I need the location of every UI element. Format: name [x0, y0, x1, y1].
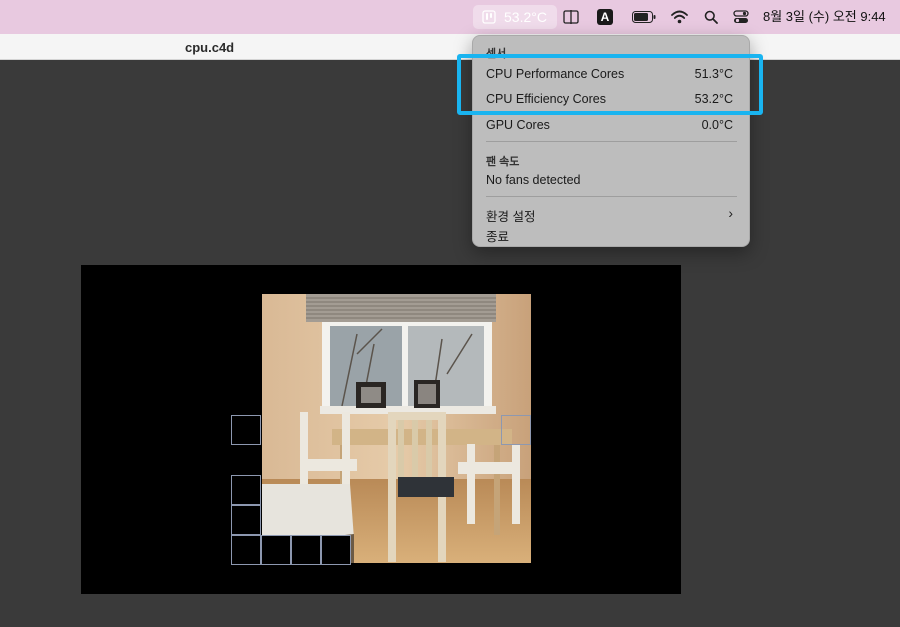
temperature-readout: 53.2°C	[504, 9, 547, 25]
render-tile	[321, 535, 351, 565]
sensor-row-gpu[interactable]: GPU Cores 0.0°C	[486, 118, 733, 132]
temperature-menu-extra[interactable]: 53.2°C	[473, 5, 557, 29]
menu-separator	[486, 141, 737, 142]
render-tile	[231, 475, 261, 505]
window-title: cpu.c4d	[185, 40, 235, 55]
render-tile	[261, 535, 291, 565]
input-source-icon[interactable]: A	[597, 9, 613, 25]
window-title-bar: cpu.c4d	[0, 34, 900, 60]
menubar-clock[interactable]: 8월 3일 (수) 오전 9:44	[763, 0, 886, 34]
render-tile	[231, 535, 261, 565]
fans-status: No fans detected	[486, 173, 581, 187]
highlight-box	[457, 54, 763, 115]
sensor-value: 0.0°C	[701, 118, 733, 132]
room-scene-image	[262, 294, 531, 563]
quit-menu-item[interactable]: 종료	[486, 226, 733, 245]
battery-icon[interactable]	[632, 11, 656, 23]
control-center-icon[interactable]	[733, 9, 749, 25]
render-tile	[231, 415, 261, 445]
render-tile	[231, 505, 261, 535]
menu-separator	[486, 196, 737, 197]
render-viewport[interactable]	[81, 265, 681, 594]
preferences-label: 환경 설정	[486, 210, 536, 224]
sensor-label: GPU Cores	[486, 118, 550, 132]
render-tile	[501, 415, 531, 445]
rendered-image	[262, 294, 531, 563]
search-icon[interactable]	[704, 10, 718, 24]
chevron-right-icon: ›	[728, 205, 733, 221]
wifi-icon[interactable]	[671, 10, 688, 24]
thermometer-icon	[482, 10, 496, 24]
input-source-label: A	[600, 10, 610, 24]
menu-bar: 53.2°C A 8월 3일 (수) 오전 9:44	[0, 0, 900, 34]
preferences-menu-item[interactable]: 환경 설정 ›	[486, 205, 733, 225]
fans-section-header: 팬 속도	[486, 156, 520, 168]
render-tile	[291, 535, 321, 565]
split-view-icon[interactable]	[563, 9, 579, 25]
